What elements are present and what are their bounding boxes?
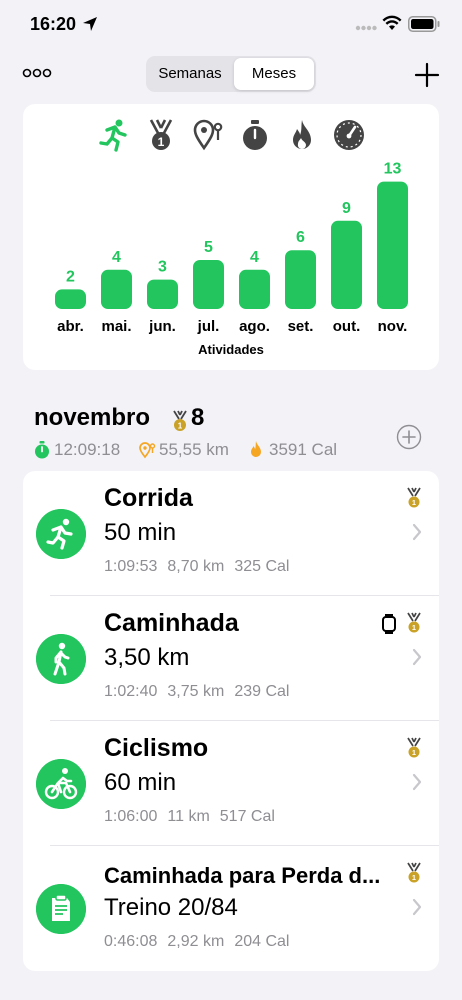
- month-duration: 12:09:18: [54, 440, 121, 459]
- medal-icon: 1: [407, 487, 421, 508]
- cellular-signal-icon: [355, 25, 377, 31]
- activity-distance: 3,75 km: [167, 683, 225, 700]
- bar-value-label: 4: [112, 249, 121, 266]
- activity-distance: 8,70 km: [167, 558, 225, 575]
- activity-row[interactable]: Caminhada 3,50 km 1:02:40 3,75 km 239 Cal …: [23, 596, 439, 721]
- add-icon[interactable]: [413, 61, 441, 89]
- activity-calories: 204 Cal: [234, 933, 290, 950]
- month-summary: novembro 1 8 12:09:18 55,55 km 3591 Cal: [34, 404, 434, 464]
- bar-value-label: 5: [204, 239, 213, 256]
- activity-calories: 325 Cal: [234, 558, 290, 575]
- x-axis-label: Atividades: [198, 342, 264, 357]
- svg-text:1: 1: [412, 873, 416, 882]
- x-tick-label: out.: [333, 318, 361, 335]
- activity-calories: 517 Cal: [219, 808, 275, 825]
- medal-icon: 1: [407, 612, 421, 633]
- bar-ago[interactable]: [239, 269, 270, 309]
- walking-icon: [36, 634, 86, 684]
- activity-title: Caminhada: [104, 609, 239, 637]
- svg-text:1: 1: [412, 498, 416, 507]
- activity-stats: 0:46:08 2,92 km 204 Cal: [104, 933, 299, 951]
- x-tick-label: jun.: [148, 318, 176, 335]
- status-time: 16:20: [30, 14, 77, 34]
- svg-text:1: 1: [412, 748, 416, 757]
- distance-icon: [139, 442, 156, 459]
- x-tick-label: mai.: [101, 318, 131, 335]
- x-tick-label: nov.: [378, 318, 408, 335]
- activity-distance: 2,92 km: [167, 933, 225, 950]
- activity-calories: 239 Cal: [234, 683, 290, 700]
- segment-weeks[interactable]: Semanas: [148, 58, 232, 90]
- x-tick-label: set.: [288, 318, 314, 335]
- wifi-icon: [382, 15, 402, 30]
- activity-time: 0:46:08: [104, 933, 158, 950]
- activity-goal: 50 min: [104, 519, 177, 546]
- activity-list: Corrida 50 min 1:09:53 8,70 km 325 Cal 1 C…: [23, 471, 439, 971]
- svg-text:1: 1: [412, 623, 416, 632]
- bar-jun[interactable]: [147, 279, 178, 309]
- activity-stats: 1:02:40 3,75 km 239 Cal: [104, 683, 299, 701]
- activity-distance: 11 km: [167, 808, 210, 825]
- medal-icon: 1: [173, 410, 187, 431]
- bar-abr[interactable]: [55, 289, 86, 309]
- activity-row[interactable]: Ciclismo 60 min 1:06:00 11 km 517 Cal 1: [23, 721, 439, 846]
- x-tick-label: ago.: [239, 318, 270, 335]
- x-tick-label: abr.: [57, 318, 84, 335]
- activity-time: 1:06:00: [104, 808, 158, 825]
- activity-time: 1:02:40: [104, 683, 158, 700]
- activity-goal: 3,50 km: [104, 644, 190, 671]
- x-tick-label: jul.: [197, 318, 220, 335]
- activity-title: Caminhada para Perda d...: [104, 863, 381, 888]
- svg-text:1: 1: [178, 422, 183, 431]
- location-arrow-icon: [83, 17, 97, 31]
- chevron-right-icon: [412, 898, 422, 916]
- bar-out[interactable]: [331, 220, 362, 309]
- activity-stats: 1:06:00 11 km 517 Cal: [104, 808, 285, 826]
- medal-count: 8: [191, 404, 205, 431]
- cycling-icon: [36, 759, 86, 809]
- bar-value-label: 9: [342, 200, 351, 217]
- chevron-right-icon: [412, 773, 422, 791]
- activity-chart-card: 1 2 abr. 4 mai. 3 jun. 5 jul. 4 ago. 6 set. 9 out. 13 n…: [23, 104, 439, 370]
- flame-icon: [251, 441, 261, 457]
- timer-icon: [35, 441, 49, 459]
- running-icon: [36, 509, 86, 559]
- bar-jul[interactable]: [193, 260, 224, 309]
- bar-nov[interactable]: [377, 181, 408, 309]
- activity-title: Corrida: [104, 484, 193, 512]
- workout-plan-icon: [36, 884, 86, 934]
- medal-icon: 1: [407, 862, 421, 883]
- bar-value-label: 2: [66, 268, 75, 285]
- bar-value-label: 13: [384, 161, 402, 178]
- month-calories: 3591 Cal: [269, 440, 338, 459]
- segment-months[interactable]: Meses: [234, 58, 314, 90]
- bar-value-label: 6: [296, 229, 305, 246]
- bar-value-label: 4: [250, 249, 259, 266]
- activity-time: 1:09:53: [104, 558, 158, 575]
- activity-title: Ciclismo: [104, 734, 209, 762]
- medal-icon: 1: [407, 737, 421, 758]
- bar-mai[interactable]: [101, 269, 132, 309]
- activity-goal: 60 min: [104, 769, 177, 796]
- more-options-icon[interactable]: [22, 64, 52, 82]
- activity-goal: Treino 20/84: [104, 894, 238, 921]
- activity-stats: 1:09:53 8,70 km 325 Cal: [104, 558, 299, 576]
- battery-icon: [408, 16, 440, 32]
- month-distance: 55,55 km: [159, 440, 229, 459]
- chevron-right-icon: [412, 648, 422, 666]
- watch-icon: [382, 614, 396, 634]
- add-activity-icon[interactable]: [396, 424, 422, 450]
- bar-set[interactable]: [285, 250, 316, 309]
- activity-row[interactable]: Caminhada para Perda d... Treino 20/84 0…: [23, 846, 439, 971]
- status-bar: 16:20: [0, 0, 462, 50]
- activity-row[interactable]: Corrida 50 min 1:09:53 8,70 km 325 Cal 1: [23, 471, 439, 596]
- period-segmented-control: Semanas Meses: [146, 56, 316, 92]
- bar-value-label: 3: [158, 259, 167, 276]
- chevron-right-icon: [412, 523, 422, 541]
- bar-chart: 2 abr. 4 mai. 3 jun. 5 jul. 4 ago. 6 set. 9 out. 13 nov…: [55, 161, 408, 357]
- month-title: novembro: [34, 404, 151, 431]
